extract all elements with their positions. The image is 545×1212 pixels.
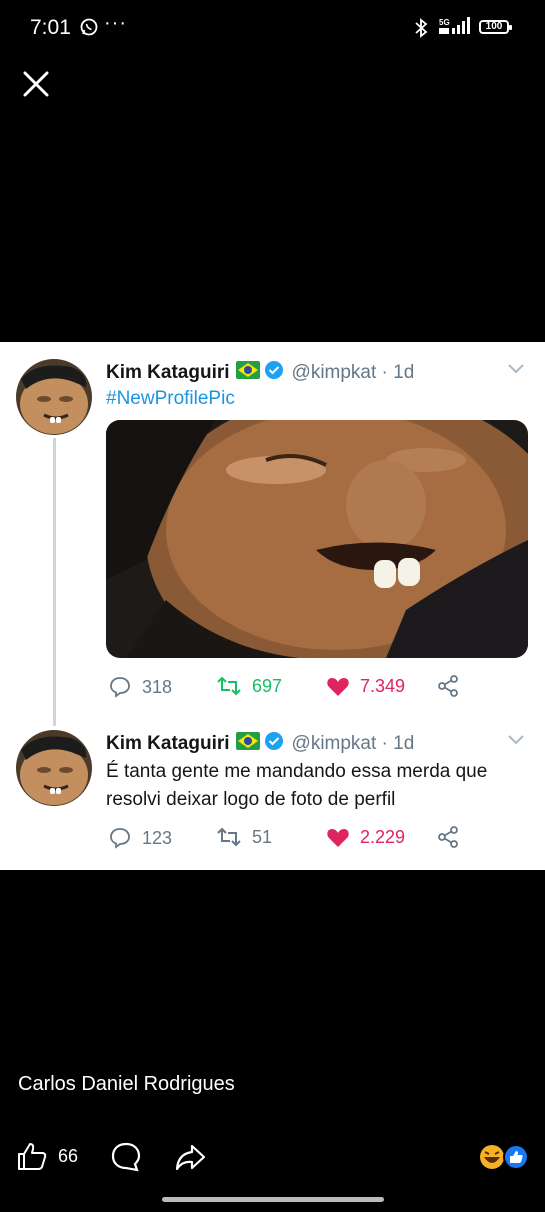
tweet-header: Kim Kataguiri @kimpkat · 1d — [106, 731, 414, 757]
home-indicator[interactable] — [162, 1197, 384, 1202]
close-icon — [23, 71, 49, 97]
like-button[interactable]: 2.229 — [326, 826, 405, 848]
thread-line — [53, 438, 56, 726]
reply-count: 318 — [142, 676, 173, 697]
share-button[interactable] — [436, 674, 470, 698]
reply-button[interactable]: 318 — [108, 675, 172, 699]
author-handle[interactable]: @kimpkat · 1d — [292, 362, 415, 384]
bluetooth-icon — [412, 18, 430, 43]
brazil-flag-icon — [235, 361, 260, 385]
avatar — [16, 359, 92, 435]
tweet-photo[interactable] — [106, 420, 528, 658]
share-arrow-icon — [175, 1144, 206, 1171]
share-icon — [438, 675, 458, 697]
hashtag-link[interactable]: #NewProfilePic — [106, 388, 235, 410]
thumbs-up-icon — [18, 1143, 47, 1170]
like-count: 7.349 — [360, 675, 406, 696]
network-label: 5G — [439, 18, 450, 27]
share-button[interactable] — [436, 825, 470, 849]
post-like-count: 66 — [58, 1145, 79, 1166]
verified-badge-icon — [264, 731, 284, 757]
whatsapp-icon — [80, 18, 98, 41]
signal-icon: 5G — [438, 16, 474, 41]
comment-button[interactable] — [110, 1141, 152, 1173]
reply-icon — [110, 828, 130, 849]
post-author[interactable]: Carlos Daniel Rodrigues — [18, 1073, 235, 1096]
author-handle[interactable]: @kimpkat · 1d — [292, 733, 415, 755]
reactions-summary[interactable] — [478, 1143, 530, 1171]
share-post-button[interactable] — [174, 1142, 216, 1172]
tweet-header: Kim Kataguiri @kimpkat · 1d — [106, 360, 414, 386]
reply-button[interactable]: 123 — [108, 826, 172, 850]
more-notifications-icon: ··· — [104, 12, 127, 34]
chevron-down-icon[interactable] — [507, 733, 525, 751]
heart-icon — [327, 678, 349, 696]
battery-level: 100 — [485, 21, 503, 32]
retweet-button[interactable]: 51 — [216, 826, 272, 848]
chevron-down-icon[interactable] — [507, 362, 525, 380]
retweet-button[interactable]: 697 — [216, 675, 282, 697]
author-name[interactable]: Kim Kataguiri — [106, 733, 230, 755]
retweet-count: 51 — [252, 826, 273, 847]
like-count: 2.229 — [360, 826, 406, 847]
haha-reaction-icon — [480, 1145, 504, 1169]
comment-icon — [111, 1142, 141, 1172]
battery-icon: 100 — [479, 20, 512, 34]
avatar — [16, 730, 92, 806]
status-bar: 7:01 ··· 5G 100 — [0, 0, 545, 58]
retweet-icon — [217, 827, 241, 847]
tweet-text: É tanta gente me mandando essa merda que… — [106, 761, 488, 810]
like-reaction-icon — [503, 1144, 529, 1170]
like-button[interactable]: 7.349 — [326, 675, 405, 697]
tweet-screenshot[interactable]: Kim Kataguiri @kimpkat · 1d #NewProfileP… — [0, 342, 545, 870]
reply-count: 123 — [142, 827, 173, 848]
author-name[interactable]: Kim Kataguiri — [106, 362, 230, 384]
close-button[interactable] — [18, 66, 54, 102]
brazil-flag-icon — [235, 732, 260, 756]
retweet-icon — [217, 676, 241, 696]
share-icon — [438, 826, 458, 848]
reply-icon — [110, 677, 130, 698]
status-time: 7:01 — [30, 16, 71, 39]
verified-badge-icon — [264, 360, 284, 386]
retweet-count: 697 — [252, 675, 283, 696]
like-post-button[interactable]: 66 — [16, 1141, 78, 1171]
heart-icon — [327, 829, 349, 847]
